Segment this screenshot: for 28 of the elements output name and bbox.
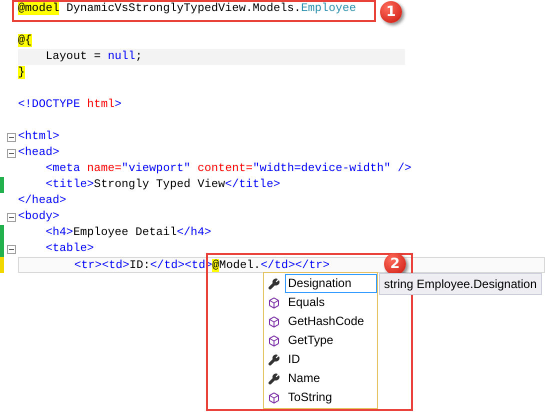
completion-item[interactable]: ToString <box>264 388 377 407</box>
code-line: <h4>Employee Detail</h4> <box>44 225 212 241</box>
collapse-icon[interactable] <box>6 212 16 222</box>
cube-icon <box>268 392 280 404</box>
completion-item[interactable]: Name <box>264 369 377 388</box>
wrench-icon <box>268 278 280 290</box>
code-line: <meta name="viewport" content="width=device-width" /> <box>44 161 412 177</box>
code-line: <html> <box>18 129 60 145</box>
wrench-icon <box>268 372 280 384</box>
code-line: <title>Strongly Typed View</title> <box>44 177 282 193</box>
completion-item[interactable]: Equals <box>264 293 377 312</box>
completion-item[interactable]: ID <box>264 350 377 369</box>
code-line: <table> <box>44 241 95 257</box>
code-line: <body> <box>18 209 60 225</box>
callout-badge: 1 <box>380 1 402 23</box>
code-line: <head> <box>18 145 60 161</box>
completion-item[interactable]: GetHashCode <box>264 312 377 331</box>
cube-icon <box>268 316 280 328</box>
collapse-icon[interactable] <box>6 132 16 142</box>
wrench-icon <box>268 354 280 366</box>
collapse-icon[interactable] <box>6 244 16 254</box>
code-line: </head> <box>18 193 68 209</box>
cube-icon <box>268 296 280 308</box>
cube-icon <box>268 334 280 346</box>
completion-item[interactable]: GetType <box>264 331 377 350</box>
code-line: <!DOCTYPE html> <box>18 97 123 113</box>
tooltip: string Employee.Designation <box>379 273 542 295</box>
collapse-icon[interactable] <box>6 148 16 158</box>
